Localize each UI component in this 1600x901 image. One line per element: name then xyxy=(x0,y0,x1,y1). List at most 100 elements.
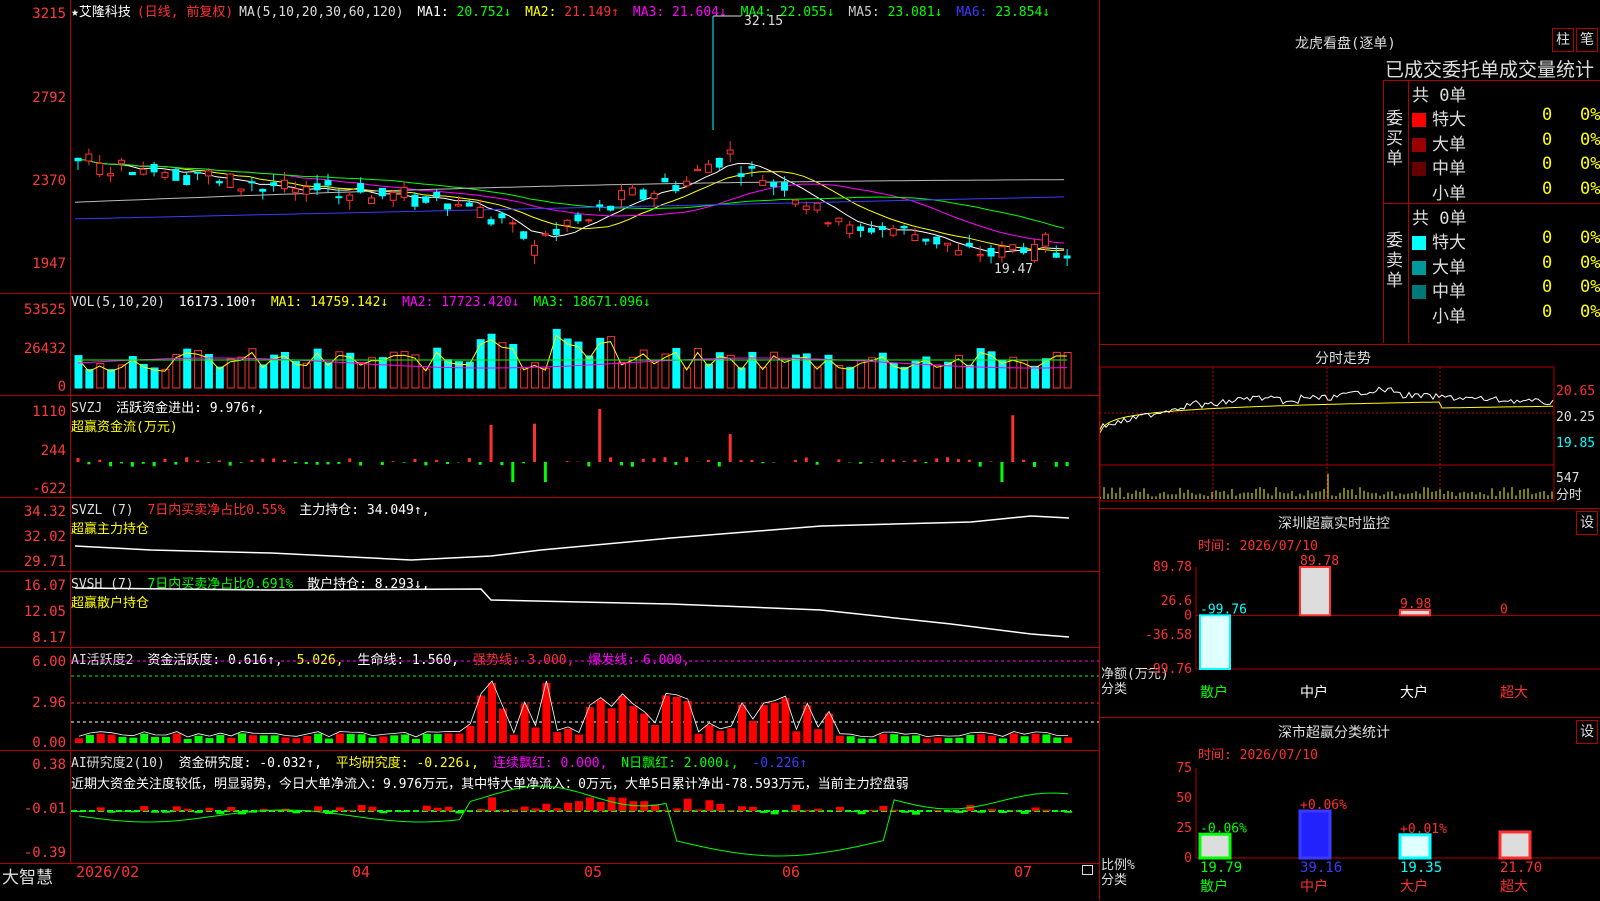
candle-body xyxy=(358,184,364,192)
vol-panel[interactable]: 53525 26432 0 VOL(5,10,20) 16173.100↑ MA… xyxy=(0,294,1099,396)
research-bar xyxy=(227,807,235,811)
svzj-chart[interactable] xyxy=(71,396,1099,497)
candle-body xyxy=(1032,244,1038,260)
candle-body xyxy=(890,229,896,235)
lhb-row-pct: 0% xyxy=(1580,105,1600,125)
ai-research-chart[interactable] xyxy=(71,751,1099,863)
volume-bar xyxy=(966,365,973,388)
lhb-row-count: 0 xyxy=(1542,179,1552,199)
candle-body xyxy=(303,187,309,194)
volume-bar xyxy=(108,370,115,388)
color-swatch xyxy=(1412,187,1426,201)
candle-body xyxy=(379,188,385,195)
activity-bar xyxy=(771,703,779,743)
kline-chart[interactable] xyxy=(71,0,1099,293)
lhb-row-pct: 0% xyxy=(1580,154,1600,174)
research-bar xyxy=(75,811,83,812)
candle-body xyxy=(205,171,211,176)
lhb-row-pct: 0% xyxy=(1580,228,1600,248)
svzl-panel[interactable]: 34.32 32.02 29.71 SVZL (7) 7日内买卖净占比0.55%… xyxy=(0,498,1099,572)
sz-classify-panel[interactable]: 深市超赢分类统计 设 时间: 2026/07/10 比例%分类 7550250-… xyxy=(1100,717,1600,901)
svzj-y-label: -622 xyxy=(32,481,66,497)
tick-toggle-button[interactable]: 笔 xyxy=(1576,28,1598,52)
research-bar xyxy=(564,803,572,811)
lhb-row-1: 大单00% xyxy=(1408,253,1600,277)
bar-toggle-button[interactable]: 柱 xyxy=(1552,28,1574,52)
svzj-panel[interactable]: 1110 244 -622 SVZJ 活跃资金进出: 9.976↑, 超赢资金流… xyxy=(0,396,1099,498)
candle-body xyxy=(782,183,788,191)
volume-bar xyxy=(814,367,821,388)
kline-y-label: 3215 xyxy=(32,6,66,22)
volume-bar xyxy=(249,349,256,388)
activity-bar xyxy=(890,734,898,743)
research-bar xyxy=(782,811,790,812)
sz-monitor-panel[interactable]: 深圳超赢实时监控 设 时间: 2026/07/10 净额(万元)分类 89.78… xyxy=(1100,508,1600,705)
candle-body xyxy=(1010,245,1016,250)
kline-panel[interactable]: 3215 2792 2370 1947 ★艾隆科技(日线, 前复权)MA(5,1… xyxy=(0,0,1099,294)
classify-settings-button[interactable]: 设 xyxy=(1576,720,1598,744)
volume-bar xyxy=(401,352,408,388)
color-swatch xyxy=(1412,310,1426,324)
candle-body xyxy=(75,158,81,160)
volume-bar xyxy=(216,367,223,388)
intraday-chart[interactable]: 20.6520.2519.85547分时 xyxy=(1100,365,1600,505)
ai-research-y-label: -0.39 xyxy=(24,845,66,861)
lhb-row-pct: 0% xyxy=(1580,277,1600,297)
lhb-title: 龙虎看盘(逐单) xyxy=(1295,33,1396,53)
candle-body xyxy=(521,232,527,239)
lhb-panel[interactable]: 龙虎看盘(逐单) 柱 笔 已成交委托单成交量统计 委买单 委卖单 共 0单 共 … xyxy=(1100,0,1600,344)
volume-bar xyxy=(151,368,158,388)
research-bar xyxy=(532,808,540,811)
classify-y-label: 75 xyxy=(1176,761,1192,776)
ai-activity-chart[interactable] xyxy=(71,648,1099,750)
sz-monitor-chart[interactable]: 89.7826.60-36.58-99.76-99.76散户89.78中户9.9… xyxy=(1100,549,1600,705)
monitor-settings-button[interactable]: 设 xyxy=(1576,511,1598,535)
sz-classify-chart[interactable]: 7550250-0.06%19.79散户+0.06%39.16中户+0.01%1… xyxy=(1100,758,1600,901)
svsh-chart[interactable] xyxy=(71,572,1099,647)
research-bar xyxy=(1042,810,1050,811)
candle-body xyxy=(238,189,244,191)
classify-value-label: 21.70 xyxy=(1500,860,1542,876)
ai-activity-y-label: 0.00 xyxy=(32,735,66,751)
research-bar xyxy=(662,810,670,811)
activity-bar xyxy=(553,732,561,743)
volume-bar xyxy=(477,340,484,388)
volume-bar xyxy=(564,339,571,388)
volume-bar xyxy=(238,357,245,388)
vol-y-label: 26432 xyxy=(24,341,66,357)
lock-icon[interactable] xyxy=(1082,865,1093,875)
classify-y-label: 0 xyxy=(1184,851,1192,866)
ai-activity-panel[interactable]: 6.00 2.96 0.00 AI活跃度2 资金活跃度: 0.616↑, 5.0… xyxy=(0,648,1099,751)
lhb-row-name: 小单 xyxy=(1432,307,1466,327)
lhb-row-0: 特大00% xyxy=(1408,228,1600,252)
classify-delta-label: -0.06% xyxy=(1200,821,1247,836)
intraday-panel[interactable]: 分时走势 20.6520.2519.85547分时 xyxy=(1100,344,1600,505)
svsh-panel[interactable]: 16.07 12.05 8.17 SVSH (7) 7日内买卖净占比0.691%… xyxy=(0,572,1099,648)
research-bar xyxy=(118,811,126,812)
candle-body xyxy=(868,228,874,232)
volume-bar xyxy=(782,360,789,388)
volume-bar xyxy=(86,370,93,388)
volume-bar xyxy=(292,361,299,388)
lhb-row-name: 小单 xyxy=(1432,184,1466,204)
svzl-chart[interactable] xyxy=(71,498,1099,571)
ai-research-panel[interactable]: 0.38 -0.01 -0.39 AI研究度2(10) 资金研究度: -0.03… xyxy=(0,751,1099,864)
candle-body xyxy=(640,190,646,199)
candle-body xyxy=(977,254,983,255)
lhb-row-name: 大单 xyxy=(1432,135,1466,155)
candle-body xyxy=(542,234,548,235)
research-bar xyxy=(455,811,463,813)
volume-bar xyxy=(901,367,908,388)
candle-body xyxy=(814,203,820,210)
research-bar xyxy=(499,809,507,811)
candle-body xyxy=(466,203,472,206)
vol-chart[interactable] xyxy=(71,294,1099,395)
ai-activity-y-label: 6.00 xyxy=(32,654,66,670)
volume-bar xyxy=(521,368,528,388)
research-bar xyxy=(836,807,844,811)
lhb-row-pct: 0% xyxy=(1580,130,1600,150)
kline-low-label: 19.47 xyxy=(994,262,1033,277)
lhb-row-count: 0 xyxy=(1542,253,1552,273)
activity-bar xyxy=(97,734,105,743)
volume-bar xyxy=(640,350,647,388)
